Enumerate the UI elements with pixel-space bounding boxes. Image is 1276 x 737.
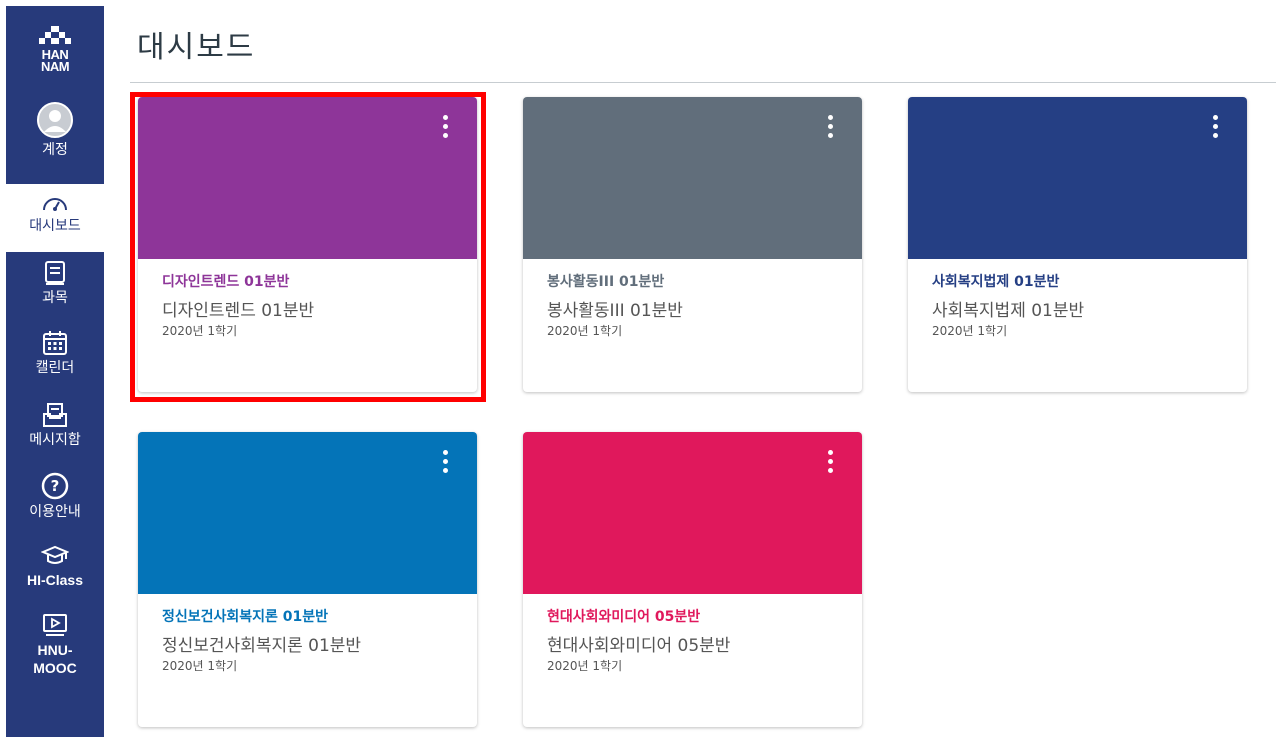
course-card-subtitle: 정신보건사회복지론 01분반: [162, 636, 362, 656]
course-card[interactable]: 봉사활동III 01분반 봉사활동III 01분반 2020년 1학기: [523, 97, 862, 392]
inbox-icon: [43, 403, 67, 427]
account-avatar-icon: [37, 102, 73, 138]
course-card-title[interactable]: 현대사회와미디어 05분반: [547, 606, 700, 626]
course-card-hero[interactable]: [138, 432, 477, 594]
nav-item-hi-class[interactable]: HI-Class: [6, 544, 104, 589]
nav-label-hi-class: HI-Class: [26, 572, 84, 588]
help-icon: ?: [41, 472, 69, 500]
nav-item-help[interactable]: ? 이용안내: [6, 472, 104, 521]
course-card-subtitle: 현대사회와미디어 05분반: [547, 636, 731, 656]
nav-label-account: 계정: [42, 142, 68, 158]
course-card-term: 2020년 1학기: [162, 324, 238, 338]
course-card-title[interactable]: 디자인트렌드 01분반: [162, 271, 289, 291]
logo-text-nam: NAM: [40, 59, 70, 74]
card-options-menu-icon[interactable]: [828, 115, 834, 143]
nav-label-courses: 과목: [42, 290, 68, 306]
nav-item-courses[interactable]: 과목: [6, 260, 104, 307]
course-card[interactable]: 현대사회와미디어 05분반 현대사회와미디어 05분반 2020년 1학기: [523, 432, 862, 727]
course-card[interactable]: 정신보건사회복지론 01분반 정신보건사회복지론 01분반 2020년 1학기: [138, 432, 477, 727]
courses-book-icon: [45, 261, 65, 285]
course-card-subtitle: 디자인트렌드 01분반: [162, 301, 315, 321]
course-card-title[interactable]: 정신보건사회복지론 01분반: [162, 606, 328, 626]
course-card-term: 2020년 1학기: [932, 324, 1008, 338]
nav-item-inbox[interactable]: 메시지함: [6, 402, 104, 449]
course-card-hero[interactable]: [523, 97, 862, 259]
course-card-title[interactable]: 봉사활동III 01분반: [547, 271, 664, 291]
dashboard-gauge-icon: [43, 198, 67, 211]
card-options-menu-icon[interactable]: [443, 450, 449, 478]
nav-label-hnu-mooc: HNU- MOOC: [33, 642, 77, 676]
nav-item-dashboard[interactable]: 대시보드: [6, 184, 104, 252]
course-card[interactable]: 사회복지법제 01분반 사회복지법제 01분반 2020년 1학기: [908, 97, 1247, 392]
course-card[interactable]: 디자인트렌드 01분반 디자인트렌드 01분반 2020년 1학기: [138, 97, 477, 392]
card-options-menu-icon[interactable]: [443, 115, 449, 143]
hannam-logo[interactable]: HAN NAM: [6, 26, 104, 96]
card-options-menu-icon[interactable]: [828, 450, 834, 478]
course-card-hero[interactable]: [138, 97, 477, 259]
card-options-menu-icon[interactable]: [1213, 115, 1219, 143]
nav-label-dashboard: 대시보드: [29, 218, 81, 234]
header-divider: [130, 82, 1276, 83]
course-card-subtitle: 봉사활동III 01분반: [547, 301, 683, 321]
nav-item-calendar[interactable]: 캘린더: [6, 330, 104, 377]
page-title: 대시보드: [137, 30, 256, 65]
global-nav-sidebar: HAN NAM 계정 대시보드 과목 캘린더 메시지함 ? 이용안내 HI-Cl…: [6, 6, 104, 737]
calendar-icon: [43, 331, 67, 355]
nav-label-inbox: 메시지함: [29, 432, 81, 448]
course-card-term: 2020년 1학기: [547, 324, 623, 338]
graduation-cap-icon: [41, 545, 69, 564]
course-card-subtitle: 사회복지법제 01분반: [932, 301, 1085, 321]
nav-label-calendar: 캘린더: [35, 360, 75, 376]
nav-item-hnu-mooc[interactable]: HNU- MOOC: [6, 612, 104, 677]
course-card-term: 2020년 1학기: [162, 659, 238, 673]
svg-text:?: ?: [51, 477, 60, 495]
video-monitor-icon: [43, 614, 67, 636]
course-card-term: 2020년 1학기: [547, 659, 623, 673]
course-card-title[interactable]: 사회복지법제 01분반: [932, 271, 1059, 291]
nav-label-help: 이용안내: [29, 504, 81, 520]
course-card-hero[interactable]: [908, 97, 1247, 259]
course-card-hero[interactable]: [523, 432, 862, 594]
nav-item-account[interactable]: 계정: [6, 102, 104, 159]
logo-mark-icon: [39, 26, 71, 44]
